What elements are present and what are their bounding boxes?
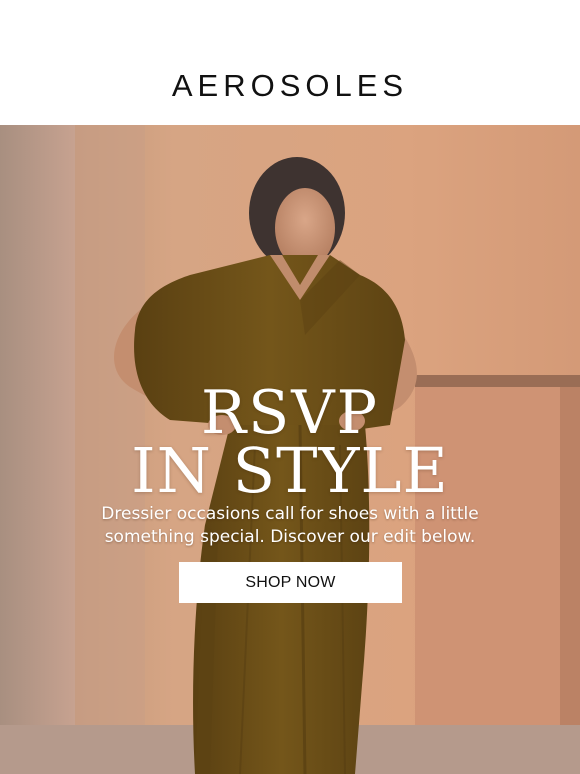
hero-headline-line2: IN STYLE (131, 434, 449, 507)
email-page: AEROSOLES RSVP IN STYLE Dressier occasio… (0, 0, 580, 774)
email-header: AEROSOLES (0, 0, 580, 125)
hero-subtext-line1: Dressier occasions call for shoes with a… (101, 504, 479, 524)
hero-banner[interactable]: RSVP IN STYLE Dressier occasions call fo… (0, 125, 580, 774)
hero-subtext-line2: something special. Discover our edit bel… (104, 527, 476, 547)
brand-logo[interactable]: AEROSOLES (0, 66, 580, 106)
shop-now-button[interactable]: SHOP NOW (179, 562, 402, 603)
hero-subtext: Dressier occasions call for shoes with a… (40, 503, 540, 549)
